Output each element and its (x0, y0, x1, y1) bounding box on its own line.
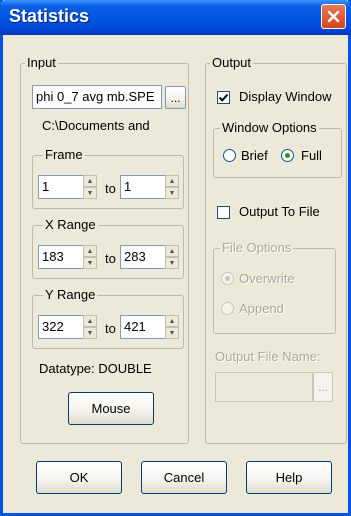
yrange-to-field[interactable]: 421 (120, 315, 166, 339)
yrange-legend: Y Range (43, 287, 98, 303)
output-file-name-field[interactable] (215, 372, 313, 402)
frame-legend: Frame (43, 147, 85, 163)
statistics-dialog: Statistics Input phi 0_7 avg mb.SPE ... … (0, 0, 351, 516)
spin-down-icon[interactable]: ▼ (165, 327, 179, 339)
title-bar[interactable]: Statistics (0, 0, 351, 35)
output-legend: Output (210, 55, 254, 71)
window-options-legend: Window Options (220, 120, 319, 136)
cancel-button[interactable]: Cancel (141, 461, 227, 494)
brief-label[interactable]: Brief (241, 148, 268, 164)
ok-button[interactable]: OK (36, 461, 122, 494)
file-options-group: File Options (213, 240, 336, 334)
full-label[interactable]: Full (301, 148, 322, 164)
input-filename-field[interactable]: phi 0_7 avg mb.SPE (32, 85, 162, 109)
yrange-from-field[interactable]: 322 (38, 315, 84, 339)
yrange-to-label: to (105, 321, 116, 336)
close-button[interactable] (321, 4, 346, 29)
xrange-from-field[interactable]: 183 (38, 245, 84, 269)
input-path-label: C:\Documents and (42, 118, 150, 133)
yrange-from-spinner[interactable]: ▲ ▼ (83, 315, 97, 339)
spin-down-icon[interactable]: ▼ (83, 327, 97, 339)
output-to-file-checkbox[interactable] (217, 206, 230, 219)
spin-up-icon[interactable]: ▲ (165, 245, 179, 257)
radio-selected-icon (225, 276, 230, 281)
mouse-button[interactable]: Mouse (68, 392, 154, 425)
output-to-file-label[interactable]: Output To File (239, 204, 320, 220)
spin-up-icon[interactable]: ▲ (83, 315, 97, 327)
xrange-to-field[interactable]: 283 (120, 245, 166, 269)
output-browse-button[interactable]: ... (313, 372, 333, 402)
display-window-label[interactable]: Display Window (239, 89, 331, 105)
xrange-from-spinner[interactable]: ▲ ▼ (83, 245, 97, 269)
file-options-legend: File Options (220, 240, 294, 256)
spin-up-icon[interactable]: ▲ (165, 175, 179, 187)
checkmark-icon (218, 93, 229, 102)
spin-up-icon[interactable]: ▲ (83, 245, 97, 257)
xrange-to-spinner[interactable]: ▲ ▼ (165, 245, 179, 269)
output-file-name-label: Output File Name: (215, 349, 321, 364)
spin-up-icon[interactable]: ▲ (165, 315, 179, 327)
overwrite-label[interactable]: Overwrite (239, 271, 295, 287)
close-icon (327, 10, 340, 23)
frame-to-spinner[interactable]: ▲ ▼ (165, 175, 179, 199)
input-browse-button[interactable]: ... (165, 86, 186, 109)
spin-down-icon[interactable]: ▼ (165, 187, 179, 199)
xrange-legend: X Range (43, 217, 98, 233)
datatype-label: Datatype: DOUBLE (39, 361, 152, 376)
frame-from-spinner[interactable]: ▲ ▼ (83, 175, 97, 199)
window-title: Statistics (9, 6, 90, 26)
input-legend: Input (25, 55, 58, 71)
frame-from-field[interactable]: 1 (38, 175, 84, 199)
overwrite-radio[interactable] (221, 272, 234, 285)
xrange-to-label: to (105, 251, 116, 266)
spin-down-icon[interactable]: ▼ (83, 187, 97, 199)
append-radio[interactable] (221, 302, 234, 315)
display-window-checkbox[interactable] (217, 91, 230, 104)
frame-to-label: to (105, 181, 116, 196)
radio-selected-icon (285, 153, 290, 158)
spin-down-icon[interactable]: ▼ (83, 257, 97, 269)
append-label[interactable]: Append (239, 301, 284, 317)
spin-up-icon[interactable]: ▲ (83, 175, 97, 187)
yrange-to-spinner[interactable]: ▲ ▼ (165, 315, 179, 339)
full-radio[interactable] (281, 149, 294, 162)
brief-radio[interactable] (223, 149, 236, 162)
help-button[interactable]: Help (246, 461, 332, 494)
spin-down-icon[interactable]: ▼ (165, 257, 179, 269)
frame-to-field[interactable]: 1 (120, 175, 166, 199)
